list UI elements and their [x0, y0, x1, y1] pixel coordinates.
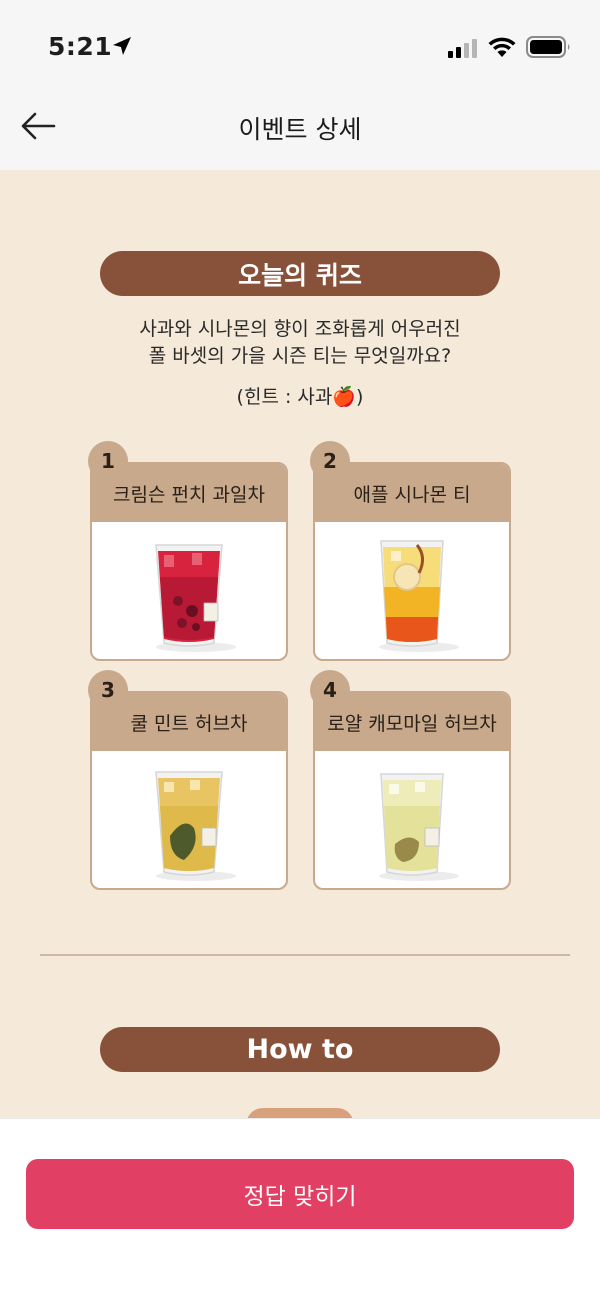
- wifi-icon: [488, 37, 516, 57]
- quiz-option-3[interactable]: 쿨 민트 허브차: [90, 691, 288, 890]
- page-title: 이벤트 상세: [238, 115, 362, 144]
- quiz-hint: (힌트 : 사과🍎): [236, 386, 364, 408]
- option-number-badge: 3: [88, 670, 128, 710]
- red-fruit-tea-image: [155, 544, 236, 652]
- question-line-2: 폴 바셋의 가을 시즌 티는 무엇일까요?: [148, 345, 452, 367]
- status-bar: 5:21: [0, 0, 600, 92]
- howto-section-title: How to: [100, 1027, 500, 1072]
- question-line-1: 사과와 시나몬의 향이 조화롭게 어우러진: [139, 318, 461, 340]
- mint-herb-tea-image: [155, 771, 236, 881]
- quiz-option-1[interactable]: 크림슨 펀치 과일차: [90, 462, 288, 661]
- bottom-action-bar: 정답 맞히기: [0, 1118, 600, 1299]
- app-header: 이벤트 상세: [0, 92, 600, 170]
- option-number-badge: 1: [88, 441, 128, 481]
- quiz-option-2[interactable]: 애플 시나몬 티: [313, 462, 511, 661]
- section-divider: [40, 954, 570, 956]
- quiz-option-4[interactable]: 로얄 캐모마일 허브차: [313, 691, 511, 890]
- event-content: 오늘의 퀴즈 사과와 시나몬의 향이 조화롭게 어우러진 폴 바셋의 가을 시즌…: [0, 170, 600, 1120]
- apple-cinnamon-tea-image: [379, 540, 459, 652]
- option-number-badge: 4: [310, 670, 350, 710]
- option-number-badge: 2: [310, 441, 350, 481]
- status-time: 5:21: [48, 32, 113, 61]
- battery-icon: [526, 36, 570, 58]
- quiz-question: 사과와 시나몬의 향이 조화롭게 어우러진 폴 바셋의 가을 시즌 티는 무엇일…: [0, 316, 600, 370]
- cellular-signal-icon: [448, 39, 477, 58]
- submit-answer-button[interactable]: 정답 맞히기: [26, 1159, 574, 1229]
- quiz-section-title: 오늘의 퀴즈: [100, 251, 500, 296]
- location-arrow-icon: [113, 37, 131, 55]
- chamomile-herb-tea-image: [379, 773, 459, 881]
